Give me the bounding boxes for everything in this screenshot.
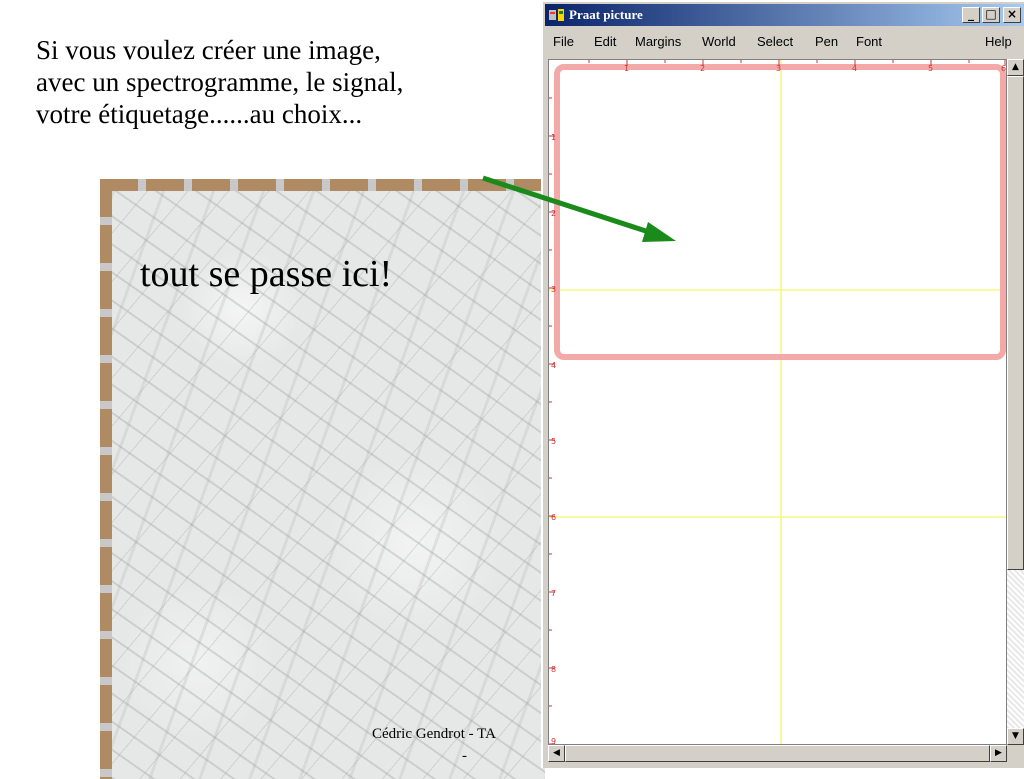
marble-caption: tout se passe ici! — [140, 253, 393, 295]
menu-world[interactable]: World — [702, 34, 736, 49]
menu-select[interactable]: Select — [757, 34, 793, 49]
picture-canvas[interactable]: 1 2 3 4 5 6 1 2 3 4 5 6 7 8 9 — [548, 59, 1007, 745]
minimize-button[interactable]: _ — [962, 7, 980, 23]
horizontal-scroll-thumb[interactable] — [565, 745, 990, 762]
scroll-left-button[interactable]: ◀ — [548, 745, 565, 762]
picture-drawing: 1 2 3 4 5 6 1 2 3 4 5 6 7 8 9 — [549, 60, 1006, 745]
selection-rectangle[interactable] — [554, 64, 1006, 360]
close-button[interactable]: × — [1003, 7, 1021, 23]
top-ruler-label: 1 — [624, 64, 629, 73]
left-ruler-label: 8 — [551, 665, 556, 674]
left-ruler-label: 9 — [551, 737, 556, 745]
horizontal-scrollbar[interactable]: ◀ ▶ — [548, 745, 1007, 762]
left-ruler-label: 2 — [551, 209, 556, 218]
menu-file[interactable]: File — [553, 34, 574, 49]
top-ruler-label: 2 — [700, 64, 705, 73]
menu-pen[interactable]: Pen — [815, 34, 838, 49]
intro-line: avec un spectrogramme, le signal, — [36, 67, 404, 97]
left-ruler-label: 6 — [551, 513, 556, 522]
menu-edit[interactable]: Edit — [594, 34, 616, 49]
scroll-down-button[interactable]: ▼ — [1007, 728, 1024, 745]
maximize-button[interactable]: □ — [982, 7, 1000, 23]
scroll-up-button[interactable]: ▲ — [1007, 59, 1024, 76]
window-title: Praat picture — [569, 7, 643, 22]
top-ruler-label: 5 — [928, 64, 933, 73]
menu-bar: File Edit Margins World Select Pen Font … — [543, 30, 1024, 52]
title-bar[interactable]: Praat picture _ □ × — [545, 4, 1024, 26]
menu-font[interactable]: Font — [856, 34, 882, 49]
left-ruler-label: 1 — [551, 133, 556, 142]
top-ruler-label: 3 — [776, 64, 781, 73]
menu-margins[interactable]: Margins — [635, 34, 681, 49]
left-ruler-label: 7 — [551, 589, 556, 598]
footer-dash: - — [462, 748, 467, 764]
top-ruler-label: 4 — [852, 64, 857, 73]
intro-line: votre étiquetage......au choix... — [36, 99, 363, 129]
intro-line: Si vous voulez créer une image, — [36, 35, 381, 65]
left-ruler-label: 5 — [551, 437, 556, 446]
left-ruler-label: 3 — [551, 285, 556, 294]
praat-picture-window: Praat picture _ □ × File Edit Margins Wo… — [541, 2, 1024, 768]
left-ruler-label: 4 — [551, 361, 556, 370]
vertical-scroll-thumb[interactable] — [1007, 76, 1024, 570]
praat-app-icon — [549, 9, 564, 21]
scroll-right-button[interactable]: ▶ — [990, 745, 1007, 762]
vertical-scrollbar[interactable]: ▲ ▼ — [1007, 59, 1024, 745]
menu-help[interactable]: Help — [985, 34, 1012, 49]
intro-text: Si vous voulez créer une image, avec un … — [36, 34, 516, 130]
top-ruler-label: 6 — [1001, 64, 1006, 73]
footer-author: Cédric Gendrot - TA — [372, 726, 496, 742]
